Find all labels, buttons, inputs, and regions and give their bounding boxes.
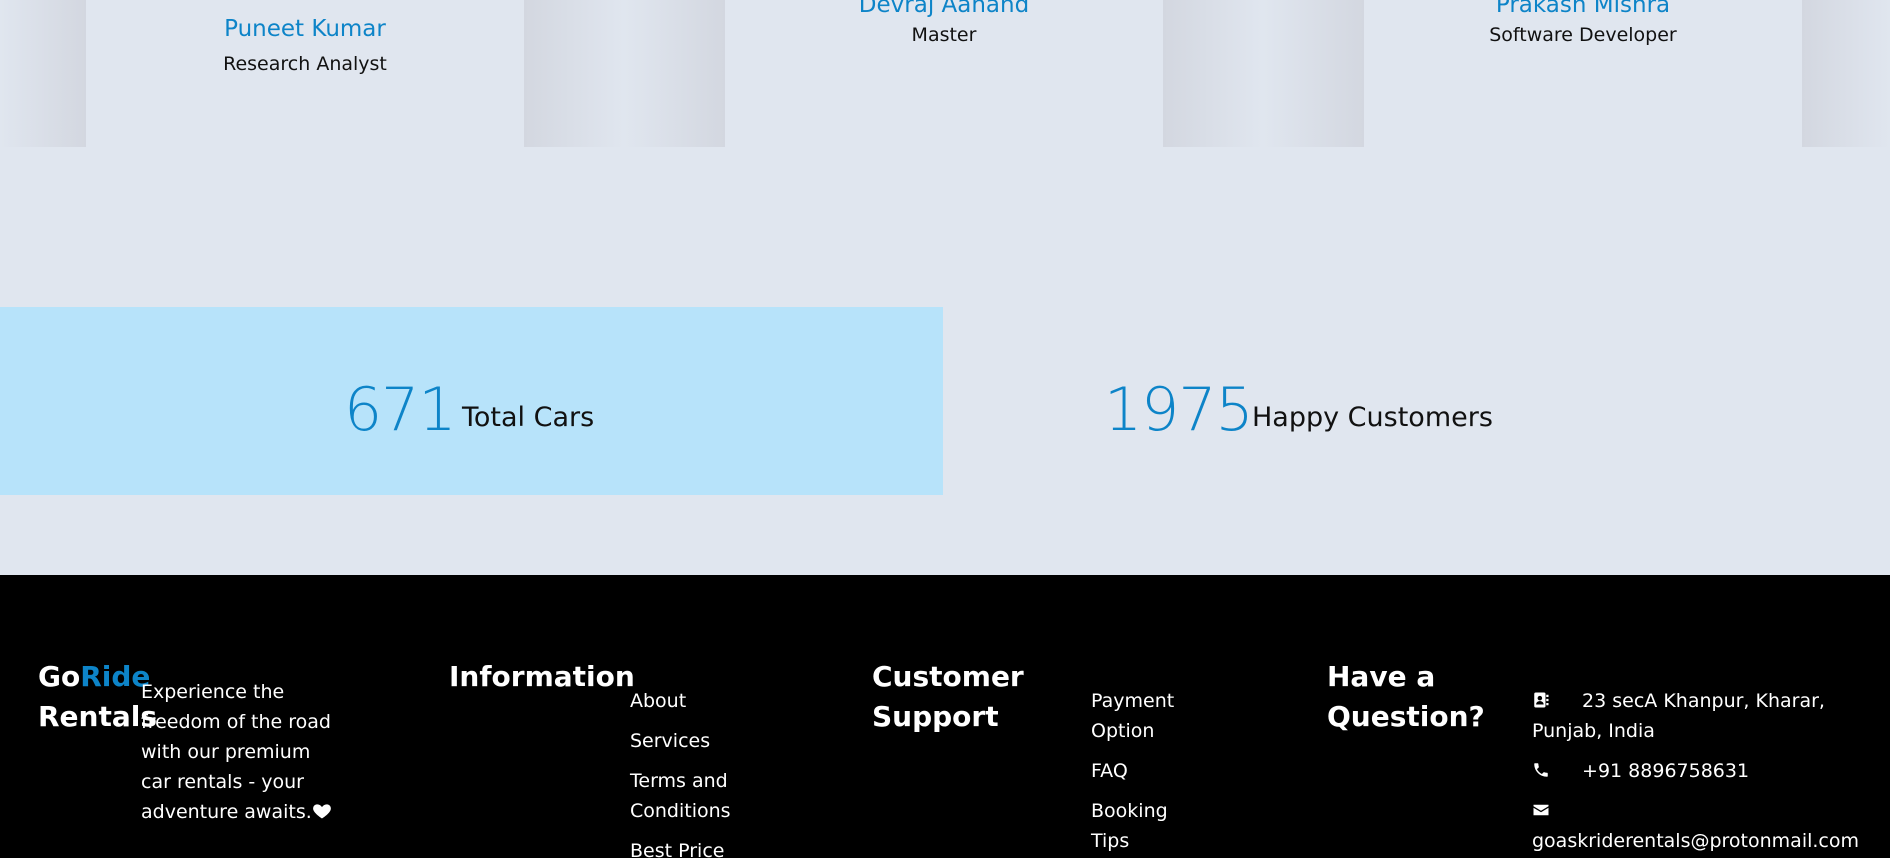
contact-info: 23 secA Khanpur, Kharar, Punjab, India +… (1532, 686, 1882, 856)
contact-phone[interactable]: +91 8896758631 (1532, 756, 1882, 786)
card-shadow (0, 0, 86, 147)
brand-ride: Ride (80, 660, 151, 693)
stat-happy-customers: 1975 Happy Customers (943, 307, 1890, 495)
card-shadow (1163, 0, 1263, 147)
team-card: Devraj Aanand Master (725, 0, 1163, 147)
card-shadow (524, 0, 624, 147)
team-member-name: Puneet Kumar (224, 16, 386, 42)
footer-link-booking-tips[interactable]: Booking Tips (1091, 796, 1191, 856)
phone-icon (1534, 763, 1548, 777)
team-member-role: Master (911, 24, 977, 46)
contact-address: 23 secA Khanpur, Kharar, Punjab, India (1532, 686, 1882, 746)
footer-link-payment-option[interactable]: Payment Option (1091, 686, 1191, 746)
footer-link-about[interactable]: About (630, 686, 760, 716)
footer: GoRide Rentals Experience the freedom of… (0, 575, 1890, 858)
tagline: Experience the freedom of the road with … (141, 677, 341, 827)
team-member-role: Software Developer (1489, 24, 1677, 46)
envelope-icon (1533, 804, 1549, 816)
have-a-question-heading: Have a Question? (1327, 660, 1485, 733)
contact-email[interactable]: goaskriderentals@protonmail.com (1532, 796, 1882, 856)
footer-link-terms[interactable]: Terms and Conditions (630, 766, 760, 826)
team-section: Puneet Kumar Research Analyst Devraj Aan… (0, 0, 1890, 147)
stat-label: Total Cars (462, 402, 595, 433)
footer-link-best-price[interactable]: Best Price (630, 836, 760, 858)
footer-link-services[interactable]: Services (630, 726, 760, 756)
address-book-icon (1534, 692, 1549, 708)
team-member-name: Devraj Aanand (858, 0, 1030, 18)
stat-value: 1975 (1104, 375, 1254, 445)
stat-label: Happy Customers (1252, 402, 1493, 433)
card-shadow (1263, 0, 1364, 147)
stat-value: 671 (344, 375, 457, 445)
contact-phone-text: +91 8896758631 (1582, 760, 1750, 782)
information-links: About Services Terms and Conditions Best… (630, 686, 760, 858)
team-member-role: Research Analyst (223, 53, 387, 75)
team-card: Puneet Kumar Research Analyst (86, 0, 524, 147)
contact-address-text: 23 secA Khanpur, Kharar, Punjab, India (1532, 690, 1825, 742)
brand-go: Go (38, 660, 81, 693)
stat-total-cars: 671 Total Cars (0, 307, 943, 495)
contact-email-text: goaskriderentals@protonmail.com (1532, 830, 1859, 852)
card-shadow (1802, 0, 1890, 147)
customer-support-links: Payment Option FAQ Booking Tips (1091, 686, 1191, 856)
footer-link-faq[interactable]: FAQ (1091, 756, 1191, 786)
information-heading: Information (449, 660, 635, 693)
brand-rentals: Rentals (38, 700, 158, 733)
heart-icon (312, 804, 331, 819)
team-member-name: Prakash Mishra (1495, 0, 1671, 18)
team-card: Prakash Mishra Software Developer (1364, 0, 1802, 147)
brand-logo[interactable]: GoRide Rentals (38, 657, 157, 737)
tagline-text: Experience the freedom of the road with … (141, 681, 331, 823)
customer-support-heading: Customer Support (872, 660, 1024, 733)
card-shadow (624, 0, 725, 147)
